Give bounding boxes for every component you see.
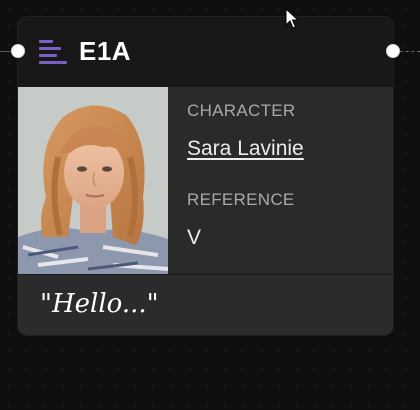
output-port[interactable] [386,44,400,58]
node-header[interactable]: E1A [18,17,393,87]
input-port[interactable] [11,44,25,58]
character-name-link[interactable]: Sara Lavinie [187,137,304,161]
reference-label: REFERENCE [187,190,295,209]
reference-value: V [187,226,202,249]
node-body: CHARACTER Sara Lavinie REFERENCE V [18,87,393,274]
output-connection-line [400,51,420,53]
dialogue-text: "Hello..." [40,289,159,319]
dialogue-node[interactable]: E1A CHARACTER Sara Lavinie REFERENCE V "… [18,17,393,335]
character-label: CHARACTER [187,101,296,120]
node-title: E1A [79,36,132,66]
character-portrait [18,87,168,274]
dialogue-text-area[interactable]: "Hello..." [18,274,393,335]
arrow-cursor-icon [285,8,299,29]
menu-lines-icon[interactable] [39,40,67,64]
